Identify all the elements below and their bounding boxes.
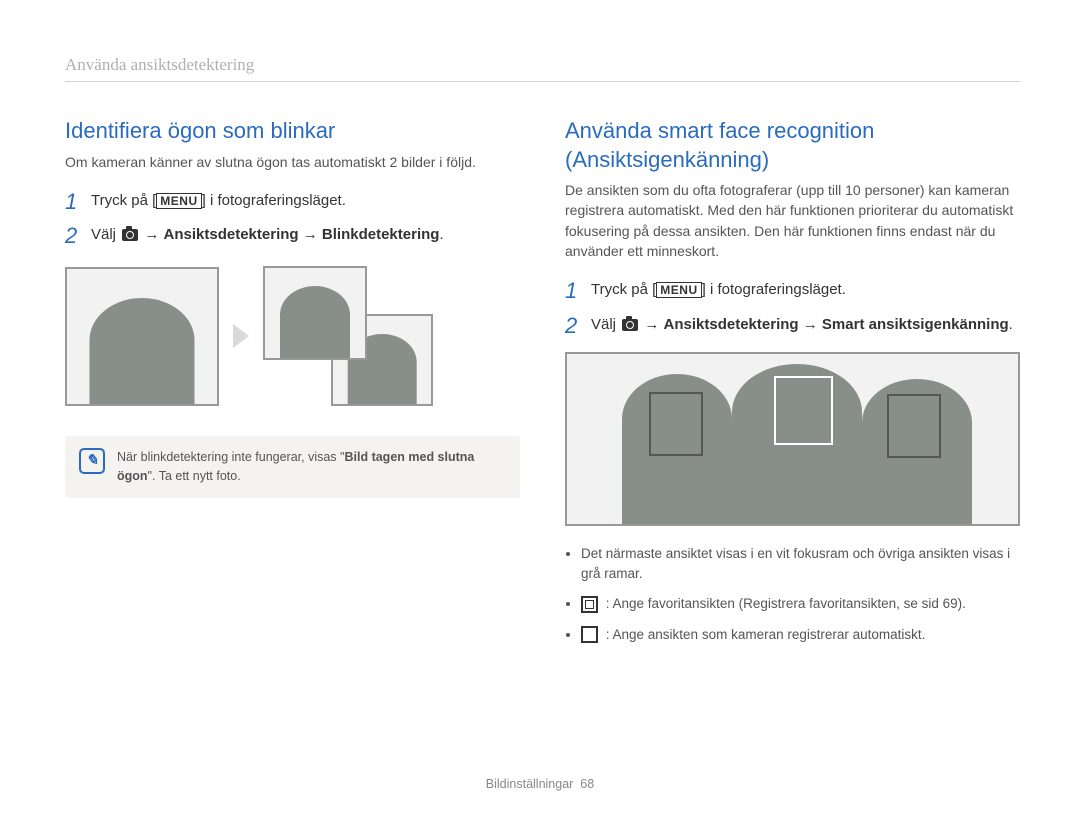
arrow: → (140, 226, 163, 243)
arrow: → (299, 226, 322, 243)
focus-frame-white-icon (774, 376, 833, 445)
arrow: → (640, 316, 663, 333)
heading-blink-detection: Identifiera ögon som blinkar (65, 117, 520, 146)
camera-icon (122, 229, 138, 241)
breadcrumb: Använda ansiktsdetektering (65, 55, 1020, 82)
note-text: När blinkdetektering inte fungerar, visa… (117, 448, 506, 486)
bullet-item: : Ange ansikten som kameran registrerar … (581, 625, 1020, 645)
arrow: → (799, 316, 822, 333)
step-number: 2 (565, 314, 591, 338)
menu-button-label: MENU (156, 193, 201, 209)
step-number: 1 (565, 279, 591, 303)
step-1-right: 1 Tryck på [MENU] i fotograferingsläget. (565, 279, 1020, 303)
auto-frame-icon (581, 626, 598, 643)
bullet-item: : Ange favoritansikten (Registrera favor… (581, 594, 1020, 614)
right-column: Använda smart face recognition (Ansiktsi… (565, 117, 1020, 658)
step1-suffix: ] i fotograferingsläget. (702, 281, 846, 298)
focus-frame-gray-icon (887, 394, 941, 458)
step-number: 2 (65, 224, 91, 248)
bullet-list: Det närmaste ansiktet visas i en vit fok… (565, 544, 1020, 645)
footer-page-number: 68 (580, 777, 594, 791)
bullet2-text: : Ange favoritansikten (Registrera favor… (602, 596, 966, 611)
page-footer: Bildinställningar 68 (0, 777, 1080, 791)
focus-frame-gray-icon (649, 392, 703, 456)
photo-frame-front (263, 266, 367, 360)
bullet3-text: : Ange ansikten som kameran registrerar … (602, 627, 925, 642)
heading-smart-face: Använda smart face recognition (Ansiktsi… (565, 117, 1020, 174)
step1-prefix: Tryck på [ (91, 192, 156, 209)
step-1-left: 1 Tryck på [MENU] i fotograferingsläget. (65, 190, 520, 214)
arrow-right-icon (233, 324, 249, 348)
step2-bold2: Smart ansiktsigenkänning (822, 316, 1009, 333)
step2-bold2: Blinkdetektering (322, 226, 440, 243)
step-2-right: 2 Välj → Ansiktsdetektering → Smart ansi… (565, 314, 1020, 338)
step2-prefix: Välj (591, 316, 620, 333)
step2-prefix: Välj (91, 226, 120, 243)
camera-icon (622, 319, 638, 331)
step2-bold1: Ansiktsdetektering (664, 316, 799, 333)
intro-blink: Om kameran känner av slutna ögon tas aut… (65, 152, 520, 172)
period: . (1009, 316, 1013, 333)
blink-illustration (65, 266, 520, 406)
step-2-left: 2 Välj → Ansiktsdetektering → Blinkdetek… (65, 224, 520, 248)
step1-prefix: Tryck på [ (591, 281, 656, 298)
intro-smart-face: De ansikten som du ofta fotograferar (up… (565, 180, 1020, 261)
favorite-frame-icon (581, 596, 598, 613)
step1-suffix: ] i fotograferingsläget. (202, 192, 346, 209)
face-recognition-illustration (565, 352, 1020, 526)
note-prefix: När blinkdetektering inte fungerar, visa… (117, 450, 344, 464)
photo-frame-large (65, 267, 219, 406)
step2-bold1: Ansiktsdetektering (164, 226, 299, 243)
menu-button-label: MENU (656, 282, 701, 298)
note-suffix: ". Ta ett nytt foto. (148, 469, 241, 483)
bullet-item: Det närmaste ansiktet visas i en vit fok… (581, 544, 1020, 585)
period: . (439, 226, 443, 243)
photo-stack (263, 266, 433, 406)
step-number: 1 (65, 190, 91, 214)
note-box: ✎ När blinkdetektering inte fungerar, vi… (65, 436, 520, 498)
note-icon: ✎ (79, 448, 105, 474)
left-column: Identifiera ögon som blinkar Om kameran … (65, 117, 520, 658)
footer-label: Bildinställningar (486, 777, 574, 791)
